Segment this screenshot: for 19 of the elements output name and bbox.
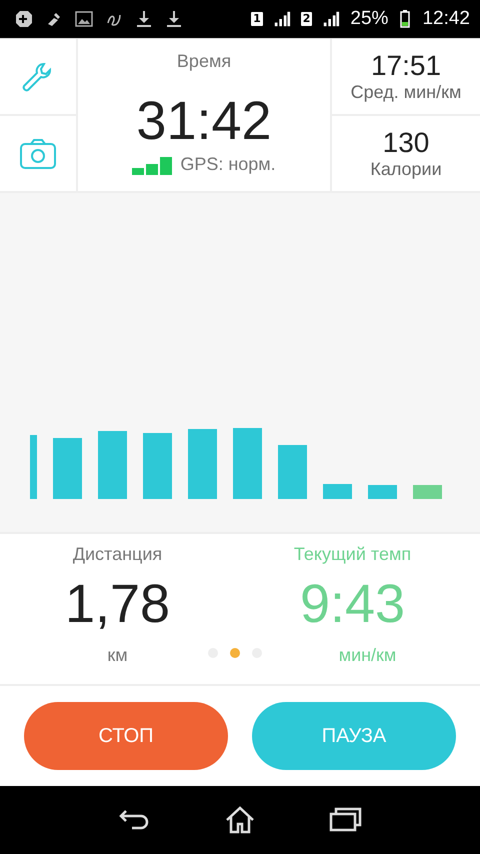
sim-label: 1 [251,12,263,26]
elapsed-time: 31:42 [136,94,272,148]
stat-label: Дистанция [72,544,162,565]
stat-value: 130 [382,127,430,159]
stat-value: 9:43 [300,577,406,631]
sim-label: 2 [300,12,312,26]
gps-status: GPS: норм. [180,154,276,175]
stat-value: 17:51 [370,50,442,82]
time-label: Время [176,51,232,72]
stat-value: 1,78 [64,577,170,631]
pause-button[interactable]: ПАУЗА [252,702,456,770]
unit-label: мин/км [338,645,396,666]
clock: 12:42 [422,8,470,30]
unit-label: км [107,645,128,666]
stat-label: Сред. мин/км [350,82,462,103]
stat-label: Текущий темп [294,544,412,565]
stop-button[interactable]: СТОП [24,702,228,770]
stat-label: Калории [370,159,442,180]
battery-percent: 25% [350,8,388,30]
